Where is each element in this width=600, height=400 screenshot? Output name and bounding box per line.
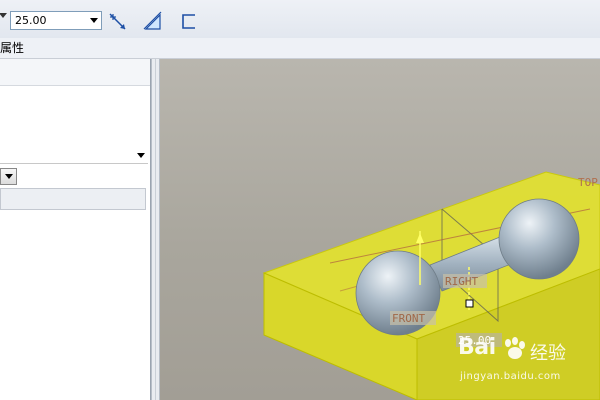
watermark-brand: Bai [458, 335, 496, 360]
thicken-icon[interactable] [143, 11, 163, 31]
chevron-down-icon[interactable] [90, 18, 98, 23]
tab-properties[interactable]: 属性 [0, 39, 24, 56]
flip-direction-icon[interactable] [108, 11, 128, 31]
datum-label-front: FRONT [392, 312, 425, 325]
panel-list-header [0, 188, 146, 210]
panel-dropdown[interactable] [0, 146, 148, 164]
depth-drag-handle[interactable] [465, 299, 474, 308]
datum-label-right: RIGHT [445, 275, 478, 288]
baidu-jingyan-watermark: Bai 经验 jingyan.baidu.com [458, 335, 600, 395]
paw-logo-icon [505, 337, 525, 359]
watermark-brand-suffix: 经验 [530, 343, 566, 364]
panel-splitter[interactable] [151, 59, 160, 400]
chevron-down-icon[interactable] [137, 153, 145, 158]
panel-dropdown-button[interactable] [0, 168, 17, 185]
to-selected-icon[interactable] [180, 11, 200, 31]
panel-header [0, 59, 150, 86]
model-sphere-right [498, 198, 580, 280]
depth-option-dropdown-icon[interactable] [0, 13, 7, 18]
depth-value-input[interactable]: 25.00 [10, 11, 102, 30]
chevron-down-icon [5, 174, 13, 179]
left-panel [0, 59, 151, 400]
depth-value-text: 25.00 [15, 14, 47, 27]
extrude-dashboard: 25.00 [0, 0, 600, 39]
watermark-url: jingyan.baidu.com [460, 371, 561, 382]
dashboard-tabs: 属性 [0, 38, 600, 59]
datum-label-top: TOP [578, 176, 598, 189]
